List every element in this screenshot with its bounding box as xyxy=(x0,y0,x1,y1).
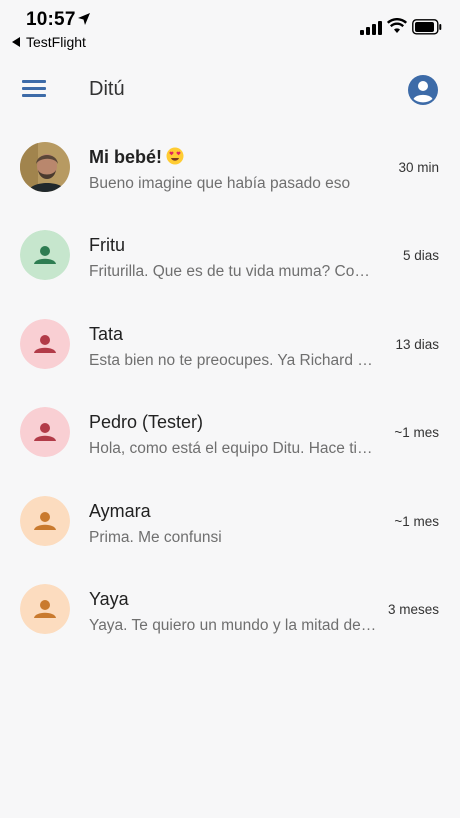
chat-name: Yaya xyxy=(89,588,129,609)
app-title: Ditú xyxy=(89,78,125,100)
avatar xyxy=(20,407,70,458)
status-time: 10:57 xyxy=(26,9,76,30)
chat-preview: Bueno imagine que había pasado eso xyxy=(89,175,351,192)
avatar xyxy=(20,230,70,281)
avatar-photo xyxy=(20,142,70,192)
menu-line xyxy=(22,87,46,90)
person-icon xyxy=(20,583,70,634)
chat-name: Mi bebé! xyxy=(89,147,184,168)
chat-list: Mi bebé! Bueno imagine que había pasado … xyxy=(0,128,460,658)
person-icon xyxy=(20,407,70,458)
cellular-signal-icon xyxy=(360,21,382,35)
chat-preview: Esta bien no te preocupes. Ya Richard me… xyxy=(89,351,379,369)
avatar xyxy=(20,318,70,369)
chat-preview: Hola, como está el equipo Ditu. Hace tie… xyxy=(89,440,379,458)
person-icon xyxy=(20,495,70,546)
account-icon[interactable] xyxy=(407,74,439,106)
chat-time: 3 meses xyxy=(387,601,439,617)
chat-name: Fritu xyxy=(89,235,125,256)
back-triangle-icon xyxy=(12,37,20,47)
chat-time: 30 min xyxy=(398,160,439,175)
back-to-testflight[interactable]: TestFlight xyxy=(12,34,86,50)
chat-row[interactable]: Mi bebé! Bueno imagine que había pasado … xyxy=(0,128,460,216)
status-bar: 10:57 TestFlight xyxy=(0,0,460,56)
wifi-icon xyxy=(387,18,407,33)
chat-time: 5 dias xyxy=(402,248,439,264)
person-icon xyxy=(20,230,70,281)
chat-name-text: Mi bebé! xyxy=(89,147,163,167)
avatar xyxy=(20,142,70,192)
avatar xyxy=(20,583,70,634)
chat-time: 13 dias xyxy=(395,336,439,352)
battery-icon xyxy=(412,19,442,35)
app-bar: Ditú xyxy=(0,56,460,122)
chat-time: ~1 mes xyxy=(394,425,439,441)
chat-time: ~1 mes xyxy=(394,513,439,529)
back-app-label: TestFlight xyxy=(26,34,86,50)
chat-name: Tata xyxy=(89,323,124,344)
location-arrow-icon xyxy=(78,13,90,25)
chat-preview: Friturilla. Que es de tu vida muma? Como… xyxy=(89,263,379,281)
avatar xyxy=(20,495,70,546)
chat-name: Pedro (Tester) xyxy=(89,412,204,433)
chat-row[interactable]: Pedro (Tester) Hola, como está el equipo… xyxy=(0,393,460,481)
menu-line xyxy=(22,94,46,97)
heart-eyes-emoji-icon xyxy=(166,147,184,165)
chat-preview: Prima. Me confunsi xyxy=(89,528,222,546)
menu-line xyxy=(22,80,46,83)
chat-row[interactable]: Yaya Yaya. Te quiero un mundo y la mitad… xyxy=(0,570,460,658)
chat-row[interactable]: Aymara Prima. Me confunsi ~1 mes xyxy=(0,482,460,570)
chat-name: Aymara xyxy=(89,500,151,521)
menu-button[interactable] xyxy=(22,80,48,100)
chat-row[interactable]: Tata Esta bien no te preocupes. Ya Richa… xyxy=(0,305,460,393)
chat-row[interactable]: Fritu Friturilla. Que es de tu vida muma… xyxy=(0,216,460,304)
chat-preview: Yaya. Te quiero un mundo y la mitad del … xyxy=(89,616,379,634)
person-icon xyxy=(20,318,70,369)
